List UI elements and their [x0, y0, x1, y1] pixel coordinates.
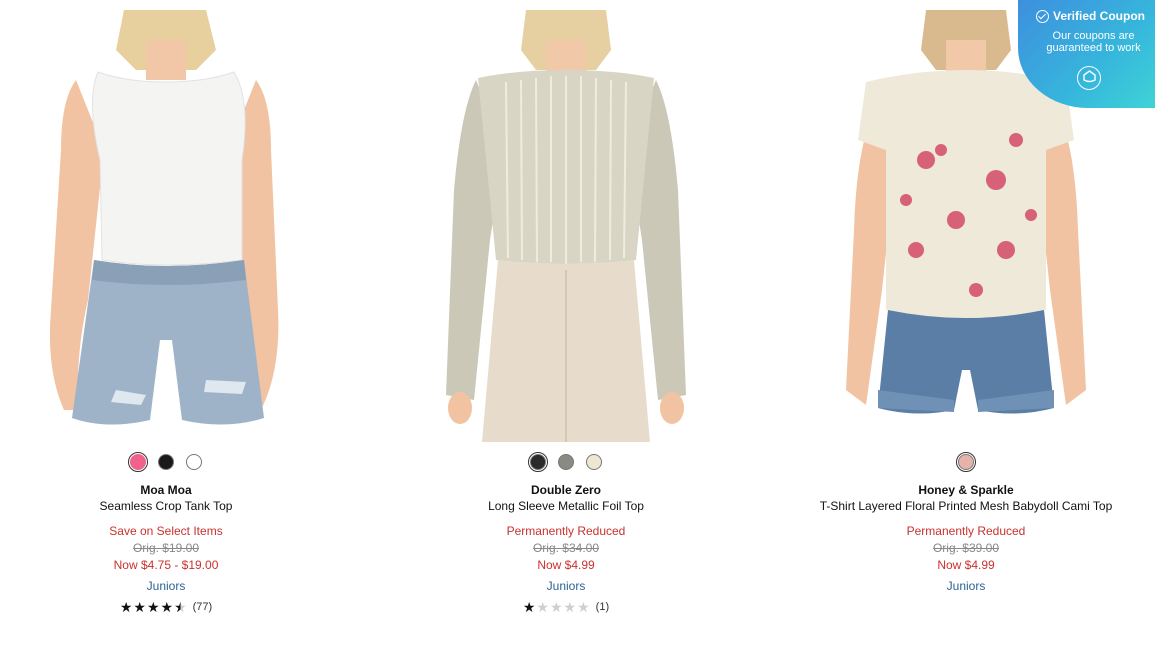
- star-icon: ★: [522, 599, 536, 615]
- coupon-subtitle-line2: guaranteed to work: [1046, 42, 1141, 54]
- product-brand[interactable]: Honey & Sparkle: [806, 482, 1126, 498]
- rating[interactable]: ★ ★ ★ ★ ★ (77): [6, 599, 326, 616]
- empty-star-icon: ★: [549, 599, 563, 615]
- promo-text: Save on Select Items: [109, 524, 223, 538]
- promo-text: Permanently Reduced: [906, 524, 1026, 538]
- empty-star-icon: ★: [536, 599, 549, 615]
- product-image[interactable]: [6, 10, 326, 442]
- product-grid: Moa Moa Seamless Crop Tank Top Save on S…: [0, 0, 1155, 652]
- coupon-subtitle: Our coupons are guaranteed to work: [1018, 30, 1155, 54]
- empty-star-icon: ★: [577, 599, 590, 615]
- department-link[interactable]: Juniors: [6, 578, 326, 595]
- product-image[interactable]: [406, 10, 726, 442]
- color-swatch-pink[interactable]: [128, 452, 148, 472]
- color-swatch-white[interactable]: [186, 454, 202, 470]
- coupon-logo-icon[interactable]: [1077, 66, 1101, 90]
- product-photo-tank: [49, 10, 279, 425]
- coupon-header: Verified Coupon: [1018, 9, 1155, 23]
- product-card[interactable]: Moa Moa Seamless Crop Tank Top Save on S…: [6, 10, 326, 616]
- department-link[interactable]: Juniors: [806, 578, 1126, 595]
- coupon-title: Verified Coupon: [1052, 9, 1145, 23]
- half-star-icon: ★: [174, 599, 187, 615]
- sale-price: Now $4.99: [937, 558, 995, 572]
- product-name[interactable]: Long Sleeve Metallic Foil Top: [406, 498, 726, 515]
- original-price: Orig. $34.00: [532, 541, 600, 555]
- color-swatches: [6, 452, 326, 474]
- product-name[interactable]: T-Shirt Layered Floral Printed Mesh Baby…: [806, 498, 1126, 515]
- rating[interactable]: ★ ★ ★ ★ ★ (1): [406, 599, 726, 616]
- empty-star-icon: ★: [563, 599, 577, 615]
- coupon-subtitle-line1: Our coupons are: [1052, 30, 1135, 42]
- color-swatch-black[interactable]: [158, 454, 174, 470]
- star-icon: ★: [133, 599, 146, 615]
- review-count: (1): [595, 601, 610, 613]
- product-brand[interactable]: Double Zero: [406, 482, 726, 498]
- color-swatches: [406, 452, 726, 474]
- sale-price: Now $4.99: [537, 558, 595, 572]
- original-price: Orig. $19.00: [132, 541, 200, 555]
- star-icon: ★: [119, 599, 133, 615]
- product-card[interactable]: Double Zero Long Sleeve Metallic Foil To…: [406, 10, 726, 616]
- review-count: (77): [192, 601, 213, 613]
- star-icon: ★: [160, 599, 174, 615]
- color-swatches: [806, 452, 1126, 474]
- product-name[interactable]: Seamless Crop Tank Top: [6, 498, 326, 515]
- color-swatch-black[interactable]: [528, 452, 548, 472]
- product-brand[interactable]: Moa Moa: [6, 482, 326, 498]
- product-photo-foil-top: [446, 10, 686, 442]
- color-swatch-cream[interactable]: [586, 454, 602, 470]
- department-link[interactable]: Juniors: [406, 578, 726, 595]
- color-swatch-gray[interactable]: [558, 454, 574, 470]
- original-price: Orig. $39.00: [932, 541, 1000, 555]
- star-icon: ★: [146, 599, 160, 615]
- promo-text: Permanently Reduced: [506, 524, 626, 538]
- sale-price: Now $4.75 - $19.00: [113, 558, 219, 572]
- color-swatch-floral[interactable]: [956, 452, 976, 472]
- check-circle-icon: [1035, 9, 1049, 23]
